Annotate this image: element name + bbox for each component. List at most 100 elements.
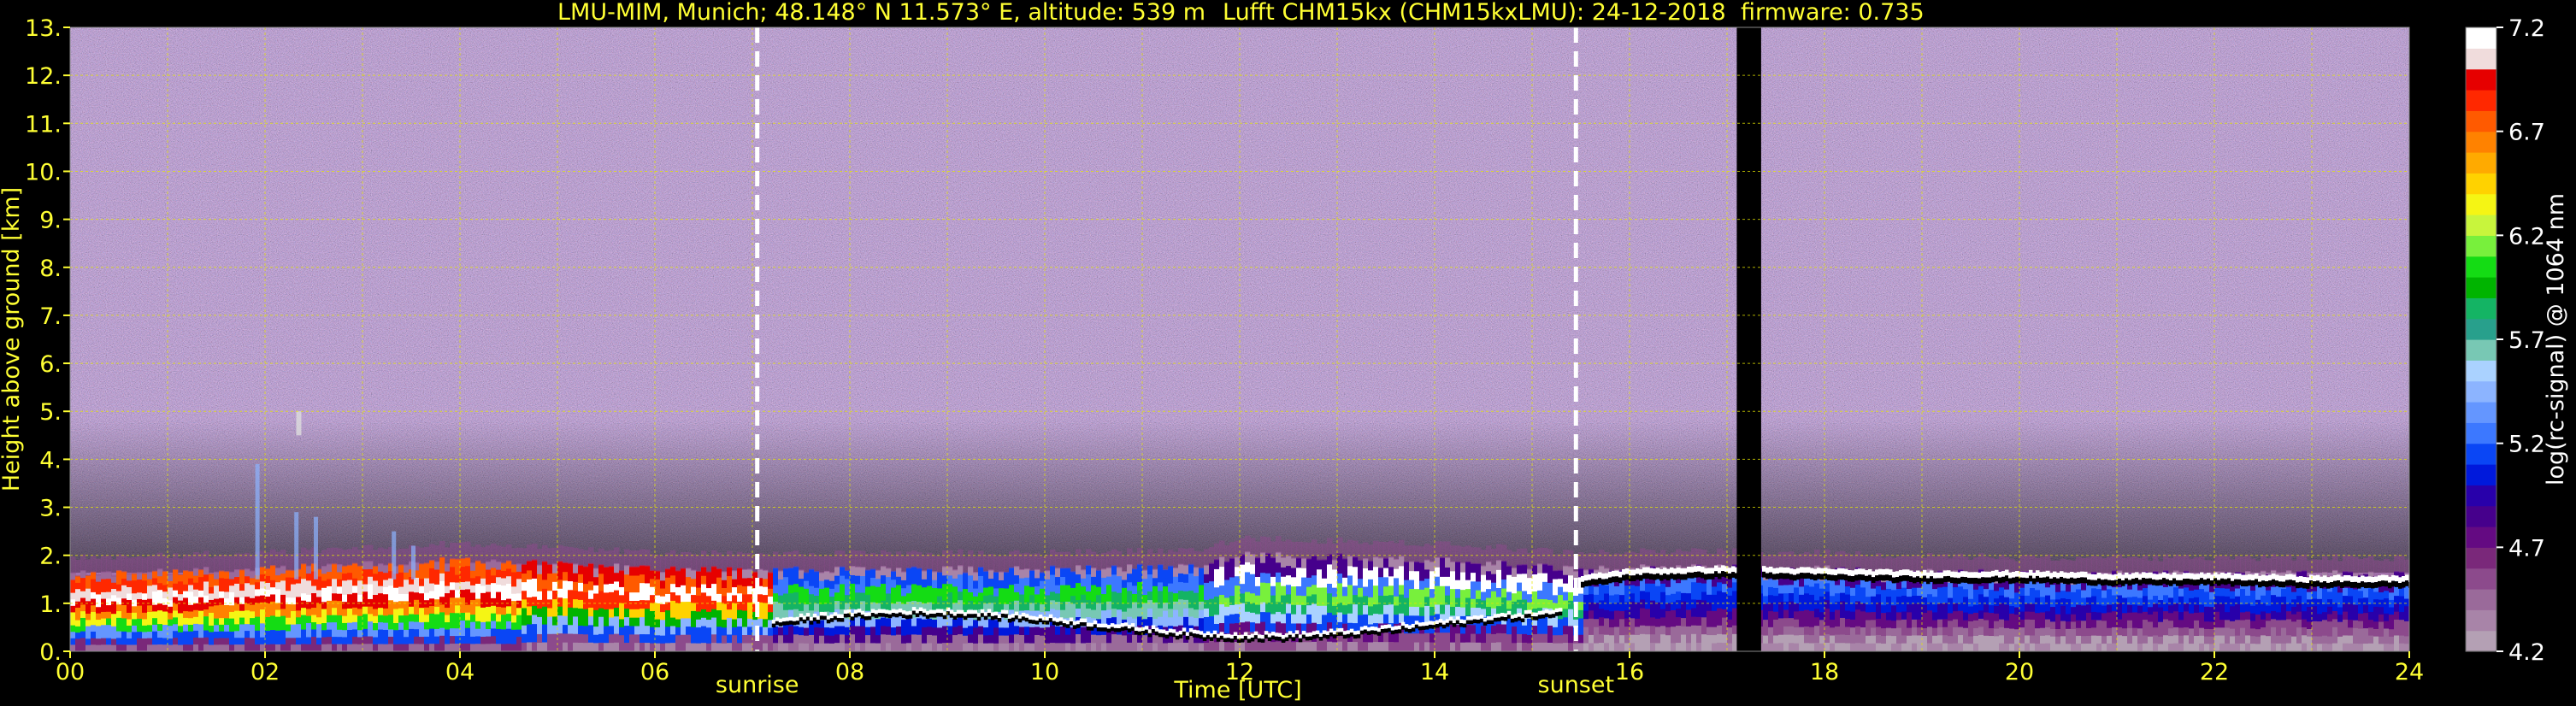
backscatter-cell xyxy=(737,625,743,635)
backscatter-cell xyxy=(2086,588,2092,597)
backscatter-cell xyxy=(1317,577,1323,588)
backscatter-cell xyxy=(732,634,738,644)
backscatter-cell xyxy=(1681,609,1687,619)
haze-cell xyxy=(2271,554,2277,571)
backscatter-cell xyxy=(101,610,107,619)
backscatter-cell xyxy=(2143,586,2149,597)
backscatter-cell xyxy=(193,629,199,638)
backscatter-cell xyxy=(2302,618,2308,627)
backscatter-cell xyxy=(1445,640,1451,651)
backscatter-cell xyxy=(363,575,368,585)
backscatter-cell xyxy=(788,600,794,610)
backscatter-cell xyxy=(1922,627,1928,636)
backscatter-cell xyxy=(245,603,251,611)
backscatter-cell xyxy=(434,605,440,615)
backscatter-cell xyxy=(373,573,379,581)
backscatter-cell xyxy=(1363,585,1369,597)
backscatter-cell xyxy=(1645,641,1651,651)
backscatter-cell xyxy=(1414,605,1420,616)
backscatter-cell xyxy=(1460,571,1466,581)
haze-cell xyxy=(619,554,625,572)
backscatter-cell xyxy=(1106,575,1112,585)
backscatter-cell xyxy=(1660,633,1666,644)
backscatter-cell xyxy=(1147,607,1153,618)
backscatter-cell xyxy=(1317,641,1323,651)
backscatter-cell xyxy=(1050,633,1056,644)
backscatter-cell xyxy=(91,610,97,619)
backscatter-cell xyxy=(1809,626,1815,636)
haze-cell xyxy=(557,544,563,562)
backscatter-cell xyxy=(1517,581,1523,591)
backscatter-cell xyxy=(275,588,281,597)
backscatter-cell xyxy=(286,630,292,638)
backscatter-cell xyxy=(834,574,840,585)
backscatter-cell xyxy=(2066,605,2072,615)
backscatter-cell xyxy=(2127,619,2133,628)
backscatter-cell xyxy=(793,608,799,618)
backscatter-cell xyxy=(2194,596,2200,605)
backscatter-cell xyxy=(445,562,451,572)
backscatter-cell xyxy=(475,568,481,577)
backscatter-cell xyxy=(983,642,989,651)
backscatter-cell xyxy=(1973,603,1979,613)
backscatter-cell xyxy=(480,606,486,615)
backscatter-cell xyxy=(1065,584,1071,594)
backscatter-cell xyxy=(824,603,830,612)
backscatter-cell xyxy=(527,614,533,625)
backscatter-cell xyxy=(809,577,815,586)
backscatter-cell xyxy=(2219,642,2225,651)
backscatter-cell xyxy=(1486,570,1492,580)
backscatter-cell xyxy=(1922,642,1928,651)
backscatter-cell xyxy=(409,605,415,615)
backscatter-cell xyxy=(1984,619,1989,628)
backscatter-cell xyxy=(342,593,348,603)
backscatter-cell xyxy=(424,635,430,644)
backscatter-cell xyxy=(619,594,625,603)
backscatter-cell xyxy=(506,613,512,621)
haze-cell xyxy=(1378,541,1384,559)
backscatter-cell xyxy=(111,587,117,596)
haze-cell xyxy=(2235,556,2241,574)
backscatter-cell xyxy=(178,580,184,588)
backscatter-cell xyxy=(347,607,353,616)
backscatter-cell xyxy=(434,583,440,592)
backscatter-cell xyxy=(1286,555,1292,567)
backscatter-cell xyxy=(142,598,148,607)
backscatter-cell xyxy=(1060,600,1066,610)
backscatter-cell xyxy=(460,596,466,606)
backscatter-cell xyxy=(337,578,343,587)
backscatter-cell xyxy=(2019,627,2025,636)
backscatter-cell xyxy=(2019,603,2025,612)
backscatter-cell xyxy=(1465,570,1471,580)
backscatter-cell xyxy=(732,626,738,636)
backscatter-cell xyxy=(1999,586,2005,596)
backscatter-cell xyxy=(927,617,933,627)
backscatter-cell xyxy=(80,616,86,625)
backscatter-cell xyxy=(681,625,687,635)
backscatter-cell xyxy=(1281,585,1287,596)
backscatter-cell xyxy=(1691,615,1697,626)
backscatter-cell xyxy=(655,618,661,627)
backscatter-cell xyxy=(306,608,312,616)
backscatter-cell xyxy=(1501,560,1507,571)
backscatter-cell xyxy=(2312,627,2318,637)
backscatter-cell xyxy=(501,584,507,593)
backscatter-cell xyxy=(516,614,522,623)
backscatter-cell xyxy=(1881,597,1887,606)
backscatter-cell xyxy=(645,582,651,592)
backscatter-cell xyxy=(2235,634,2241,644)
backscatter-cell xyxy=(404,636,410,644)
backscatter-cell xyxy=(347,615,353,623)
backscatter-cell xyxy=(209,618,215,626)
backscatter-cell xyxy=(1783,617,1789,627)
backscatter-cell xyxy=(1707,626,1712,636)
backscatter-cell xyxy=(1101,568,1107,578)
backscatter-cell xyxy=(363,613,368,622)
backscatter-cell xyxy=(393,643,399,651)
backscatter-cell xyxy=(1676,599,1682,609)
backscatter-cell xyxy=(1101,592,1107,603)
backscatter-cell xyxy=(80,623,86,632)
backscatter-cell xyxy=(1937,618,1943,628)
backscatter-cell xyxy=(809,593,815,603)
backscatter-cell xyxy=(1060,575,1066,585)
